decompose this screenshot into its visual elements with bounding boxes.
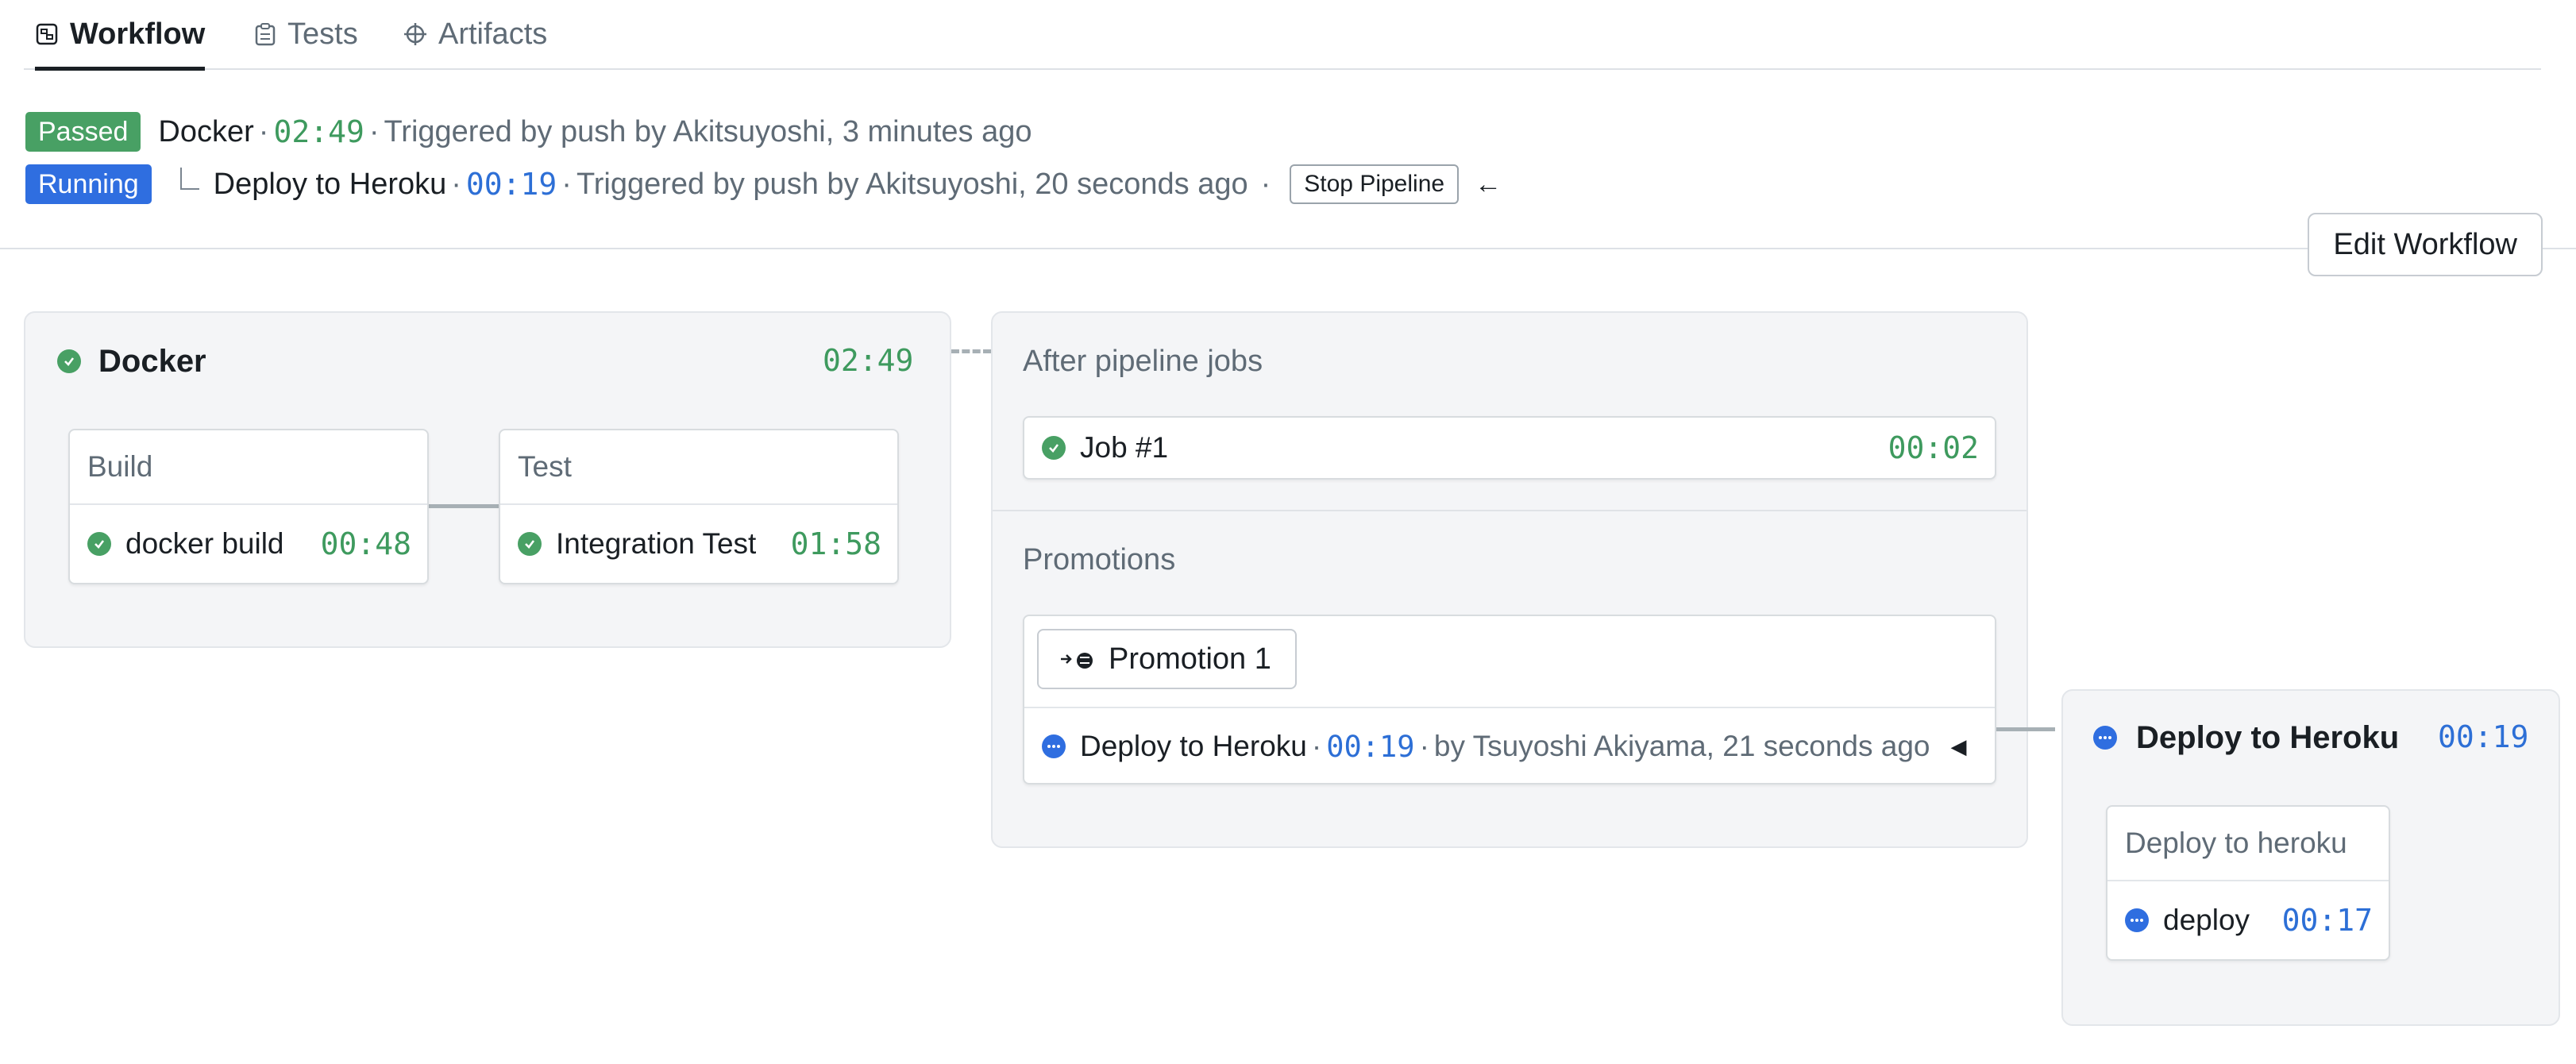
tab-label: Artifacts — [438, 17, 548, 51]
block-card-test[interactable]: Test Integration Test 01:58 — [499, 429, 899, 584]
block-card-build[interactable]: Build docker build 00:48 — [68, 429, 429, 584]
job-duration: 01:58 — [790, 526, 881, 561]
tab-tests[interactable]: Tests — [254, 0, 358, 68]
clipboard-icon — [255, 23, 276, 46]
tab-workflow[interactable]: Workflow — [35, 0, 206, 71]
arrow-left-icon[interactable]: ← — [1475, 169, 1502, 200]
pipeline-name[interactable]: Docker — [158, 115, 253, 149]
block-card-deploy[interactable]: Deploy to heroku deploy 00:17 — [2106, 805, 2390, 961]
tab-bar: Workflow Tests Artifacts — [24, 0, 2541, 71]
job-row[interactable]: Integration Test 01:58 — [500, 505, 897, 583]
workflow-icon — [36, 23, 58, 45]
pipeline-trigger: Triggered by push by Akitsuyoshi, 3 minu… — [384, 114, 1032, 148]
artifacts-icon — [404, 23, 426, 45]
check-circle-icon — [87, 532, 111, 556]
promotion-entry[interactable]: Deploy to Heroku · 00:19 · by Tsuyoshi A… — [1024, 708, 1995, 785]
job-name: Integration Test — [556, 527, 757, 560]
branch-connector — [179, 168, 199, 190]
pipeline-row-heroku: Running Deploy to Heroku · 00:19 · Trigg… — [25, 162, 1502, 206]
dependency-line — [427, 504, 500, 508]
promotion-duration: 00:19 — [1326, 729, 1415, 764]
tab-label: Workflow — [70, 17, 206, 51]
pipeline-duration: 02:49 — [273, 114, 364, 149]
job-duration: 00:48 — [320, 526, 411, 561]
job-duration: 00:17 — [2281, 903, 2373, 938]
job-name: deploy — [2163, 904, 2250, 936]
block-duration: 00:19 — [2438, 719, 2529, 754]
tab-label: Tests — [287, 17, 358, 51]
promote-icon — [1061, 653, 1093, 669]
promotion-connector — [1996, 727, 2055, 731]
block-title-docker: Docker — [57, 341, 206, 381]
block-name: Build — [70, 430, 427, 505]
job-row[interactable]: deploy 00:17 — [2107, 881, 2389, 959]
job-name: docker build — [125, 527, 284, 560]
running-icon — [2093, 726, 2117, 750]
block-name: Deploy to heroku — [2107, 807, 2389, 881]
pipeline-trigger: Triggered by push by Akitsuyoshi, 20 sec… — [576, 167, 1248, 201]
divider — [0, 248, 2576, 249]
tab-artifacts[interactable]: Artifacts — [403, 0, 547, 68]
promotion-trigger: by Tsuyoshi Akiyama, 21 seconds ago — [1433, 730, 1930, 762]
section-divider — [993, 510, 2026, 511]
promotion-button[interactable]: Promotion 1 — [1037, 629, 1297, 689]
job-row[interactable]: docker build 00:48 — [70, 505, 427, 583]
block-title-heroku: Deploy to Heroku — [2093, 718, 2399, 758]
running-icon — [1042, 734, 1066, 758]
check-circle-icon — [1042, 436, 1066, 460]
dashed-connector — [951, 349, 991, 353]
after-pipeline-job-card[interactable]: Job #1 00:02 — [1023, 416, 1996, 480]
edit-workflow-button[interactable]: Edit Workflow — [2308, 213, 2543, 276]
check-circle-icon — [57, 349, 81, 373]
status-badge: Passed — [25, 112, 141, 152]
pipeline-duration: 00:19 — [465, 167, 557, 202]
block-name: Test — [500, 430, 897, 505]
after-pipeline-label: After pipeline jobs — [1023, 345, 1263, 378]
pipeline-name[interactable]: Deploy to Heroku — [214, 168, 447, 202]
block-duration: 02:49 — [823, 343, 914, 378]
job-duration: 00:02 — [1888, 430, 1979, 465]
promotion-pipeline-name: Deploy to Heroku — [1080, 730, 1307, 762]
pipeline-row-docker: Passed Docker · 02:49 · Triggered by pus… — [25, 110, 1032, 154]
running-icon — [2125, 908, 2149, 932]
caret-left-icon: ◀ — [1950, 734, 1967, 758]
status-badge: Running — [25, 164, 152, 204]
stop-pipeline-button[interactable]: Stop Pipeline — [1290, 164, 1460, 204]
check-circle-icon — [518, 532, 542, 556]
job-name: Job #1 — [1080, 431, 1169, 464]
promotions-label: Promotions — [1023, 543, 1176, 576]
job-row[interactable]: Job #1 00:02 — [1024, 418, 1995, 478]
